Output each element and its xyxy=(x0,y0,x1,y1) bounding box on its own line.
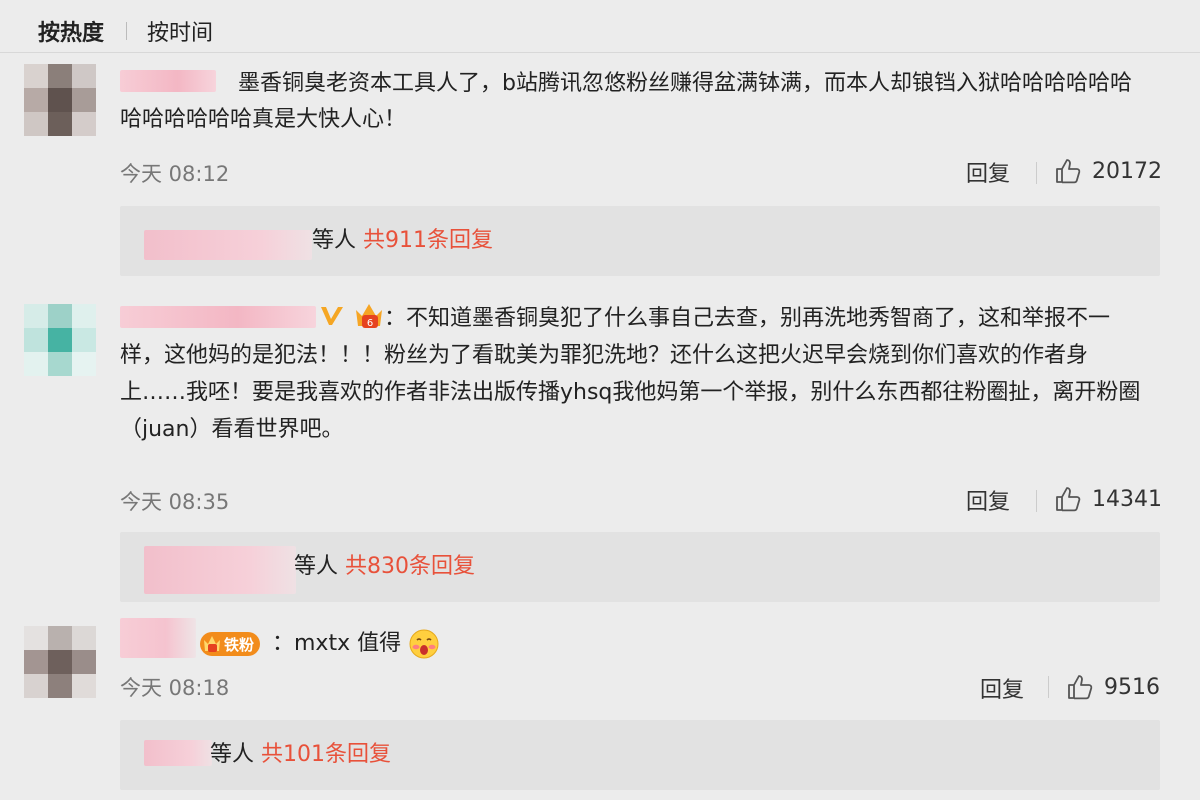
replies-prefix: 等人 xyxy=(210,742,255,767)
comment-meta: 今天 08:12 回复 20172 xyxy=(120,156,1162,188)
replier-names-blurred xyxy=(144,546,296,594)
sort-tabs: 按热度 按时间 xyxy=(38,14,213,48)
comment-body: ：mxtx 值得 xyxy=(272,631,402,656)
thumbs-up-icon xyxy=(1056,487,1081,512)
like-button[interactable]: 14341 xyxy=(1054,484,1162,514)
meta-divider xyxy=(1048,676,1049,698)
reply-summary-text: 等人 共830条回复 xyxy=(294,552,475,582)
like-button[interactable]: 20172 xyxy=(1054,156,1162,186)
reply-summary-text: 等人 共101条回复 xyxy=(210,740,391,770)
reply-button[interactable]: 回复 xyxy=(966,484,1010,516)
avatar[interactable] xyxy=(24,64,96,136)
timestamp: 今天 08:18 xyxy=(120,676,230,700)
replier-names-blurred xyxy=(144,740,212,766)
replies-prefix: 等人 xyxy=(312,228,357,253)
blush-emoji-icon xyxy=(409,629,439,659)
comment-body: 墨香铜臭老资本工具人了，b站腾讯忽悠粉丝赚得盆满钵满，而本人却锒铛入狱哈哈哈哈哈… xyxy=(120,71,1132,132)
comment-text: 墨香铜臭老资本工具人了，b站腾讯忽悠粉丝赚得盆满钵满，而本人却锒铛入狱哈哈哈哈哈… xyxy=(120,66,1150,138)
comment-prefix: ： xyxy=(384,306,407,331)
thumbs-up-icon xyxy=(1068,675,1093,700)
sort-by-hot-tab[interactable]: 按热度 xyxy=(38,15,104,47)
reply-summary[interactable]: 等人 共911条回复 xyxy=(120,206,1160,276)
replies-count-link[interactable]: 共101条回复 xyxy=(261,742,391,767)
avatar[interactable] xyxy=(24,304,96,376)
avatar[interactable] xyxy=(24,626,96,698)
comment-body: 不知道墨香铜臭犯了什么事自己去查，别再洗地秀智商了，这和举报不一样，这他妈的是犯… xyxy=(120,306,1141,442)
like-count: 9516 xyxy=(1104,674,1160,700)
comment-meta: 今天 08:35 回复 14341 xyxy=(120,484,1162,516)
username-blurred[interactable] xyxy=(120,618,196,658)
comment-text: ：mxtx 值得 xyxy=(272,626,572,662)
timestamp: 今天 08:35 xyxy=(120,490,230,514)
sort-by-time-tab[interactable]: 按时间 xyxy=(147,15,213,47)
fan-badge-icon: 铁粉 xyxy=(200,632,261,656)
timestamp: 今天 08:12 xyxy=(120,162,230,186)
replies-count-link[interactable]: 共830条回复 xyxy=(345,554,475,579)
replies-prefix: 等人 xyxy=(294,554,339,579)
reply-button[interactable]: 回复 xyxy=(980,672,1024,704)
comment-text: ：不知道墨香铜臭犯了什么事自己去查，别再洗地秀智商了，这和举报不一样，这他妈的是… xyxy=(120,300,1150,448)
reply-button[interactable]: 回复 xyxy=(966,156,1010,188)
like-count: 14341 xyxy=(1092,486,1162,512)
meta-divider xyxy=(1036,162,1037,184)
like-button[interactable]: 9516 xyxy=(1066,672,1160,702)
replier-names-blurred xyxy=(144,230,312,260)
reply-summary-text: 等人 共911条回复 xyxy=(312,226,493,256)
replies-count-link[interactable]: 共911条回复 xyxy=(363,228,493,253)
reply-summary[interactable]: 等人 共830条回复 xyxy=(120,532,1160,602)
meta-divider xyxy=(1036,490,1037,512)
comment-meta: 今天 08:18 回复 9516 xyxy=(120,672,1160,704)
tab-divider xyxy=(126,22,128,40)
like-count: 20172 xyxy=(1092,158,1162,184)
thumbs-up-icon xyxy=(1056,159,1081,184)
crown-icon xyxy=(204,636,220,652)
fan-badge-text: 铁粉 xyxy=(224,635,255,654)
reply-summary[interactable]: 等人 共101条回复 xyxy=(120,720,1160,790)
top-divider xyxy=(0,52,1200,53)
